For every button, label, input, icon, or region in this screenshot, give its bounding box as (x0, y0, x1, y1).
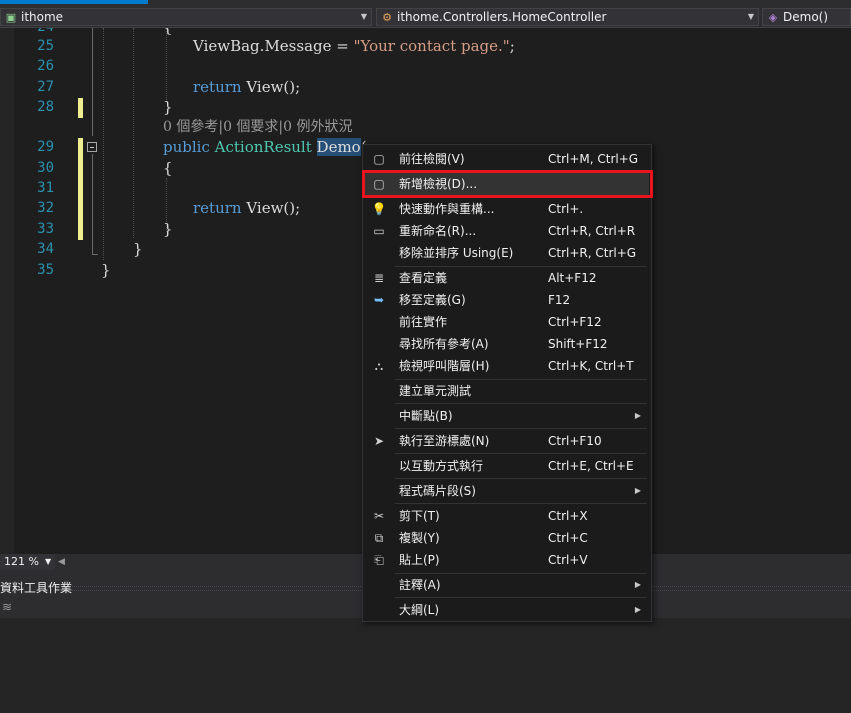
viewbag-token: ViewBag (193, 37, 260, 55)
code-line: 27 return View(); (0, 77, 851, 97)
active-document-tab[interactable] (0, 0, 148, 4)
chevron-down-icon: ▼ (747, 12, 754, 21)
line-number: 25 (37, 38, 54, 54)
zoom-level-dropdown[interactable]: 121 % ▼ (0, 554, 56, 570)
return-keyword: return (193, 199, 242, 217)
method-icon: ◈ (768, 10, 778, 24)
public-keyword: public (163, 138, 210, 156)
go-to-definition-icon: ➥ (373, 293, 385, 307)
menu-separator (395, 428, 647, 429)
menu-item-cut[interactable]: ✂ 剪下(T) Ctrl+X (365, 505, 649, 527)
class-dropdown-value: ithome.Controllers.HomeController (397, 10, 607, 24)
menu-item-outlining[interactable]: 大綱(L) ▶ (365, 599, 649, 621)
menu-item-find-all-references[interactable]: 尋找所有參考(A) Shift+F12 (365, 333, 649, 355)
line-number: 32 (37, 200, 54, 216)
navigation-bar: ▣ ithome ▼ ⚙ ithome.Controllers.HomeCont… (0, 6, 851, 28)
codelens-references[interactable]: 0 個參考|0 個要求|0 例外狀況 (163, 117, 353, 137)
paste-icon: ⎗ (374, 553, 384, 567)
menu-item-create-unit-tests[interactable]: 建立單元測試 (365, 380, 649, 402)
menu-separator (395, 597, 647, 598)
menu-item-go-to-view[interactable]: ▢ 前往檢閱(V) Ctrl+M, Ctrl+G (365, 148, 649, 170)
zoom-level-value: 121 % (4, 555, 39, 568)
line-number: 26 (37, 58, 54, 74)
menu-separator (395, 403, 647, 404)
menu-item-go-to-definition[interactable]: ➥ 移至定義(G) F12 (365, 289, 649, 311)
menu-item-view-call-hierarchy[interactable]: ⛬ 檢視呼叫階層(H) Ctrl+K, Ctrl+T (365, 355, 649, 377)
call-hierarchy-icon: ⛬ (374, 359, 384, 373)
go-to-view-icon: ▢ (373, 152, 385, 166)
csharp-project-icon: ▣ (5, 10, 17, 24)
menu-item-annotation[interactable]: 註釋(A) ▶ (365, 574, 649, 596)
submenu-arrow-icon: ▶ (634, 411, 641, 420)
lightbulb-icon: 💡 (371, 202, 387, 216)
class-icon: ⚙ (382, 10, 392, 24)
line-number: 28 (37, 99, 54, 115)
line-number: 34 (37, 241, 54, 257)
cut-icon: ✂ (373, 509, 385, 523)
menu-item-copy[interactable]: ⧉ 複製(Y) Ctrl+C (365, 527, 649, 549)
menu-item-run-to-cursor[interactable]: ➤ 執行至游標處(N) Ctrl+F10 (365, 430, 649, 452)
run-to-cursor-icon: ➤ (373, 434, 385, 448)
line-number: 30 (37, 160, 54, 176)
code-text: public ActionResult Demo( (163, 137, 367, 157)
return-keyword: return (193, 78, 242, 96)
code-text: } (163, 220, 173, 238)
member-dropdown[interactable]: ◈ Demo() (762, 8, 851, 26)
menu-item-remove-sort-usings[interactable]: 移除並排序 Using(E) Ctrl+R, Ctrl+G (365, 242, 649, 264)
code-text: return View(); (193, 78, 301, 96)
codelens-line: 0 個參考|0 個要求|0 例外狀況 (0, 117, 851, 137)
submenu-arrow-icon: ▶ (634, 486, 641, 495)
line-number: 29 (37, 139, 54, 155)
menu-item-execute-interactive[interactable]: 以互動方式執行 Ctrl+E, Ctrl+E (365, 455, 649, 477)
menu-item-rename[interactable]: ▭ 重新命名(R)... Ctrl+R, Ctrl+R (365, 220, 649, 242)
menu-item-quick-actions[interactable]: 💡 快速動作與重構... Ctrl+. (365, 198, 649, 220)
code-text: ViewBag.Message = "Your contact page."; (193, 37, 515, 55)
line-number: 31 (37, 180, 54, 196)
code-text: } (163, 98, 173, 116)
menu-separator (395, 503, 647, 504)
class-dropdown[interactable]: ⚙ ithome.Controllers.HomeController ▼ (376, 8, 759, 26)
string-literal: "Your contact page." (353, 37, 510, 55)
peek-definition-icon: ≣ (373, 271, 385, 285)
code-text: } (133, 240, 143, 258)
project-dropdown[interactable]: ▣ ithome ▼ (0, 8, 372, 26)
message-token: Message (264, 37, 332, 55)
context-menu: ▢ 前往檢閱(V) Ctrl+M, Ctrl+G ▢ 新增檢視(D)... 💡 … (362, 144, 652, 622)
clear-all-icon[interactable]: ≋ (2, 600, 12, 614)
code-text: { (163, 159, 173, 177)
line-number: 33 (37, 221, 54, 237)
code-line: 25 ViewBag.Message = "Your contact page.… (0, 36, 851, 56)
menu-item-breakpoint[interactable]: 中斷點(B) ▶ (365, 405, 649, 427)
menu-separator (395, 478, 647, 479)
menu-item-peek-definition[interactable]: ≣ 查看定義 Alt+F12 (365, 267, 649, 289)
submenu-arrow-icon: ▶ (634, 605, 641, 614)
tool-window-body (0, 618, 851, 713)
member-dropdown-value: Demo() (783, 10, 829, 24)
code-line: 26 (0, 56, 851, 76)
code-text: } (101, 261, 111, 279)
menu-separator (395, 453, 647, 454)
demo-method-name[interactable]: Demo (316, 138, 361, 156)
actionresult-type: ActionResult (214, 138, 312, 156)
chevron-down-icon: ▼ (360, 12, 367, 21)
line-number: 27 (37, 79, 54, 95)
menu-item-snippets[interactable]: 程式碼片段(S) ▶ (365, 480, 649, 502)
project-dropdown-value: ithome (21, 10, 64, 24)
code-line: 28 } (0, 97, 851, 117)
menu-item-paste[interactable]: ⎗ 貼上(P) Ctrl+V (365, 549, 649, 571)
menu-item-go-to-implementation[interactable]: 前往實作 Ctrl+F12 (365, 311, 649, 333)
tool-window-title: 資料工具作業 (0, 581, 73, 595)
copy-icon: ⧉ (374, 531, 384, 545)
highlight-annotation (362, 170, 653, 198)
line-number: 35 (37, 262, 54, 278)
rename-icon: ▭ (373, 224, 385, 238)
chevron-down-icon: ▼ (44, 557, 52, 566)
scroll-left-icon[interactable]: ◀ (58, 554, 65, 570)
code-text: return View(); (193, 199, 301, 217)
submenu-arrow-icon: ▶ (634, 580, 641, 589)
